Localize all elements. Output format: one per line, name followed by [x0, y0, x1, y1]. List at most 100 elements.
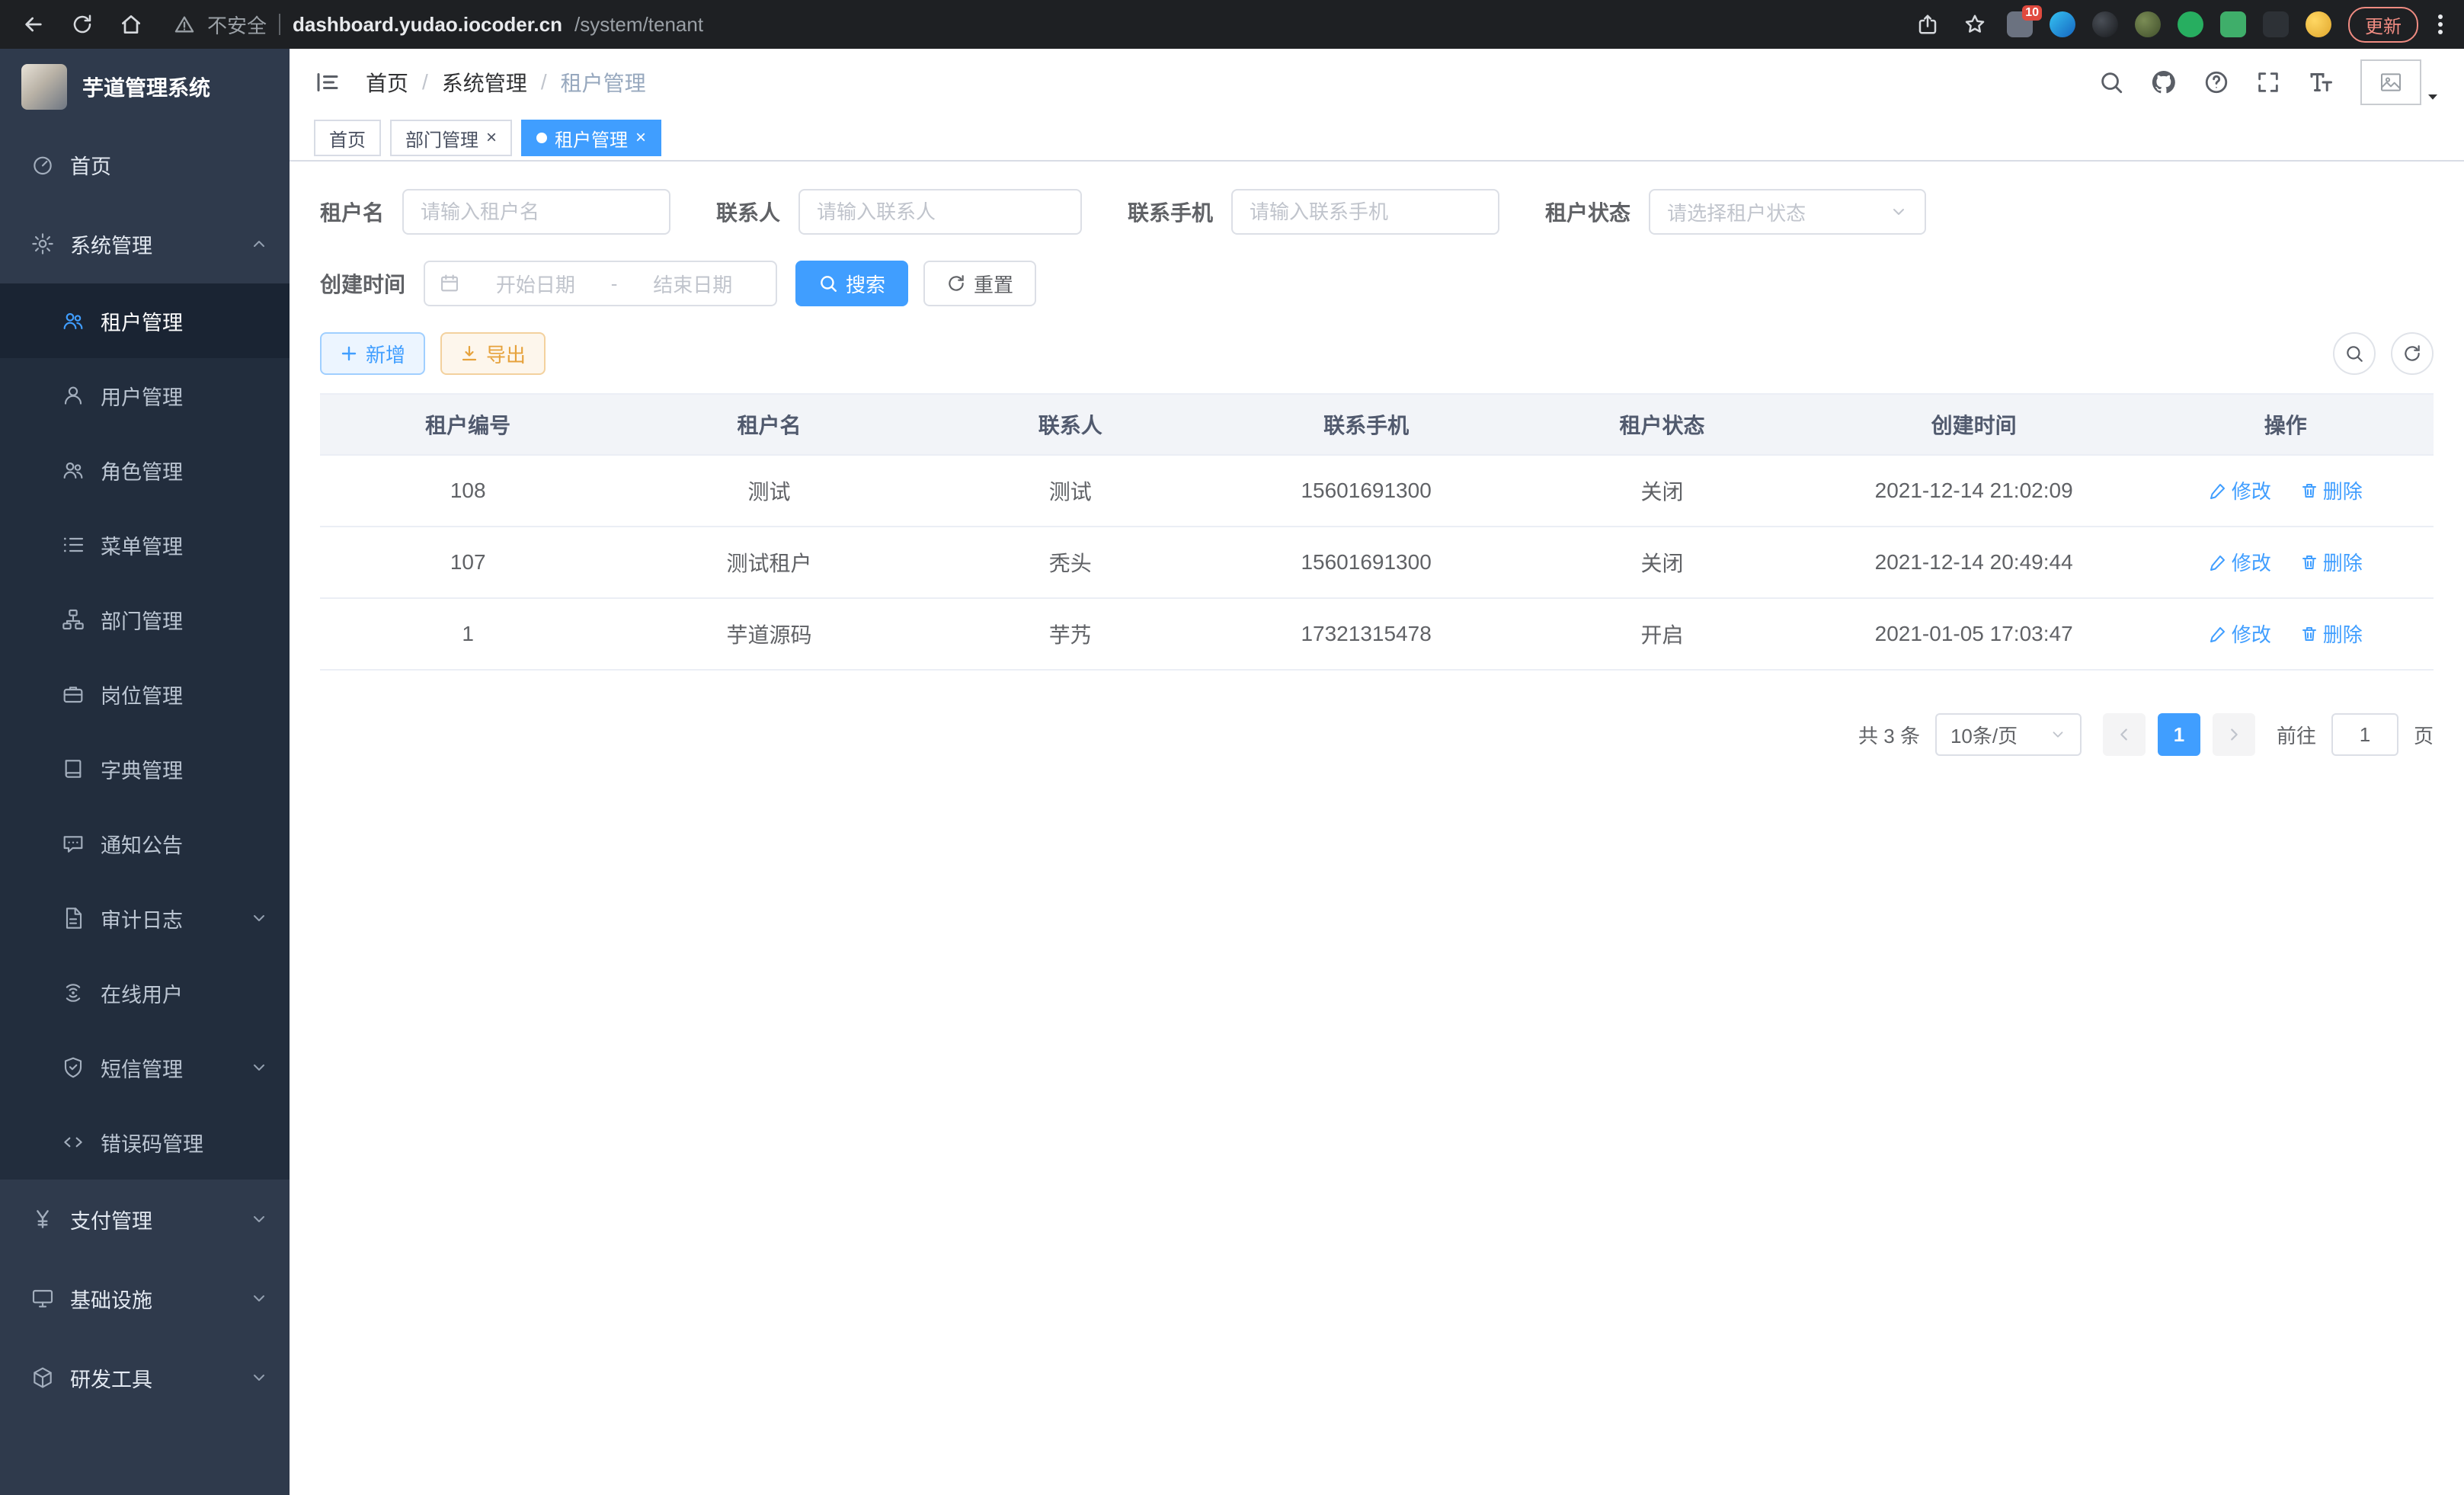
- add-button[interactable]: 新增: [320, 332, 425, 375]
- sidebar-item-label: 审计日志: [101, 904, 183, 933]
- sidebar-item-system[interactable]: 系统管理: [0, 204, 290, 283]
- sidebar-item-notice[interactable]: 通知公告: [0, 806, 290, 881]
- date-range-picker[interactable]: 开始日期 - 结束日期: [424, 261, 777, 306]
- sidebar-item-dict[interactable]: 字典管理: [0, 731, 290, 806]
- extension-icon-3[interactable]: [2092, 11, 2118, 37]
- sidebar-item-tenant[interactable]: 租户管理: [0, 283, 290, 358]
- browser-home-button[interactable]: [116, 9, 146, 40]
- sidebar-item-label: 字典管理: [101, 754, 183, 784]
- bookmark-star-icon[interactable]: [1960, 9, 1990, 40]
- sidebar-item-user[interactable]: 用户管理: [0, 358, 290, 433]
- list-icon: [61, 533, 85, 557]
- sidebar-item-role[interactable]: 角色管理: [0, 433, 290, 507]
- col-status: 租户状态: [1514, 394, 1810, 455]
- browser-menu-icon[interactable]: [2435, 14, 2446, 34]
- delete-button[interactable]: 删除: [2300, 548, 2363, 576]
- extension-icon-1[interactable]: 10: [2007, 11, 2033, 37]
- sidebar-item-audit-log[interactable]: 审计日志: [0, 881, 290, 956]
- contact-input[interactable]: [798, 189, 1082, 235]
- sidebar-toggle-icon[interactable]: [314, 69, 341, 96]
- search-icon[interactable]: [2098, 69, 2124, 95]
- app-logo[interactable]: 芋道管理系统: [0, 49, 290, 125]
- help-icon[interactable]: [2203, 69, 2229, 95]
- chevron-down-icon: [1890, 203, 1908, 221]
- sidebar-item-label: 错误码管理: [101, 1128, 203, 1157]
- breadcrumb-separator: /: [422, 70, 428, 94]
- goto-page-input[interactable]: [2331, 713, 2398, 756]
- sidebar-item-label: 基础设施: [70, 1284, 152, 1314]
- edit-button[interactable]: 修改: [2209, 619, 2271, 648]
- org-tree-icon: [61, 607, 85, 632]
- tab-dept[interactable]: 部门管理 ×: [390, 120, 512, 156]
- user-avatar[interactable]: [2360, 59, 2440, 105]
- phone-input[interactable]: [1231, 189, 1499, 235]
- cell-create-time: 2021-12-14 20:49:44: [1810, 527, 2138, 598]
- search-button[interactable]: 搜索: [795, 261, 908, 306]
- extension-icon-7[interactable]: [2263, 11, 2289, 37]
- page-unit-label: 页: [2414, 721, 2434, 749]
- font-size-icon[interactable]: [2307, 69, 2334, 96]
- edit-button[interactable]: 修改: [2209, 548, 2271, 576]
- contact-label: 联系人: [716, 197, 780, 227]
- chevron-down-icon: [2050, 726, 2066, 743]
- browser-update-button[interactable]: 更新: [2348, 7, 2418, 43]
- total-count-label: 共 3 条: [1858, 721, 1920, 749]
- tab-tenant[interactable]: 租户管理 ×: [521, 120, 661, 156]
- browser-back-button[interactable]: [18, 9, 49, 40]
- reset-button[interactable]: 重置: [923, 261, 1036, 306]
- tenant-name-input[interactable]: [402, 189, 670, 235]
- breadcrumb: 首页 / 系统管理 / 租户管理: [366, 67, 646, 98]
- sidebar-item-home[interactable]: 首页: [0, 125, 290, 204]
- tab-label: 租户管理: [555, 125, 628, 152]
- sidebar-item-payment[interactable]: 支付管理: [0, 1180, 290, 1259]
- extension-icon-4[interactable]: [2135, 11, 2161, 37]
- status-select[interactable]: 请选择租户状态: [1649, 189, 1926, 235]
- prev-page-button[interactable]: [2103, 713, 2146, 756]
- refresh-table-icon[interactable]: [2391, 332, 2434, 375]
- extension-icon-5[interactable]: [2178, 11, 2203, 37]
- status-select-placeholder: 请选择租户状态: [1667, 198, 1806, 226]
- app-title: 芋道管理系统: [82, 72, 210, 102]
- header-actions: [2098, 59, 2440, 105]
- fullscreen-icon[interactable]: [2255, 69, 2281, 95]
- extension-icon-8[interactable]: [2306, 11, 2331, 37]
- browser-actions: 10 更新: [1912, 7, 2446, 43]
- export-button[interactable]: 导出: [440, 332, 546, 375]
- delete-button[interactable]: 删除: [2300, 619, 2363, 648]
- page-content: 租户名 联系人 联系手机 租户状态 请选择租户状态: [290, 162, 2464, 1495]
- breadcrumb-item[interactable]: 系统管理: [442, 67, 527, 98]
- close-icon[interactable]: ×: [635, 129, 646, 147]
- page-number-current[interactable]: 1: [2158, 713, 2200, 756]
- sidebar-item-online-users[interactable]: 在线用户: [0, 956, 290, 1030]
- github-icon[interactable]: [2150, 69, 2178, 96]
- sidebar-item-infra[interactable]: 基础设施: [0, 1259, 290, 1338]
- edit-button[interactable]: 修改: [2209, 476, 2271, 504]
- browser-refresh-button[interactable]: [67, 9, 98, 40]
- delete-button[interactable]: 删除: [2300, 476, 2363, 504]
- sidebar-item-sms[interactable]: 短信管理: [0, 1030, 290, 1105]
- close-icon[interactable]: ×: [486, 129, 497, 147]
- sidebar-item-error-code[interactable]: 错误码管理: [0, 1105, 290, 1180]
- extension-icon-6[interactable]: [2220, 11, 2246, 37]
- chevron-down-icon: [250, 1369, 268, 1387]
- breadcrumb-item[interactable]: 首页: [366, 67, 408, 98]
- tab-home[interactable]: 首页: [314, 120, 381, 156]
- phone-label: 联系手机: [1128, 197, 1213, 227]
- next-page-button[interactable]: [2213, 713, 2255, 756]
- sidebar-item-dept[interactable]: 部门管理: [0, 582, 290, 657]
- extension-icon-2[interactable]: [2050, 11, 2075, 37]
- sidebar-item-menu[interactable]: 菜单管理: [0, 507, 290, 582]
- address-bar[interactable]: 不安全 dashboard.yudao.iocoder.cn /system/t…: [174, 11, 1885, 39]
- table-header-row: 租户编号 租户名 联系人 联系手机 租户状态 创建时间 操作: [320, 394, 2434, 455]
- sidebar-item-label: 菜单管理: [101, 530, 183, 560]
- sidebar-item-post[interactable]: 岗位管理: [0, 657, 290, 731]
- share-icon[interactable]: [1912, 9, 1943, 40]
- monitor-icon: [30, 1286, 55, 1311]
- caret-down-icon: [2426, 90, 2440, 104]
- table-row: 107 测试租户 秃头 15601691300 关闭 2021-12-14 20…: [320, 527, 2434, 598]
- page-size-select[interactable]: 10条/页: [1935, 713, 2082, 756]
- chat-icon: [61, 831, 85, 856]
- toggle-search-icon[interactable]: [2333, 332, 2376, 375]
- book-icon: [61, 757, 85, 781]
- sidebar-item-dev-tools[interactable]: 研发工具: [0, 1338, 290, 1417]
